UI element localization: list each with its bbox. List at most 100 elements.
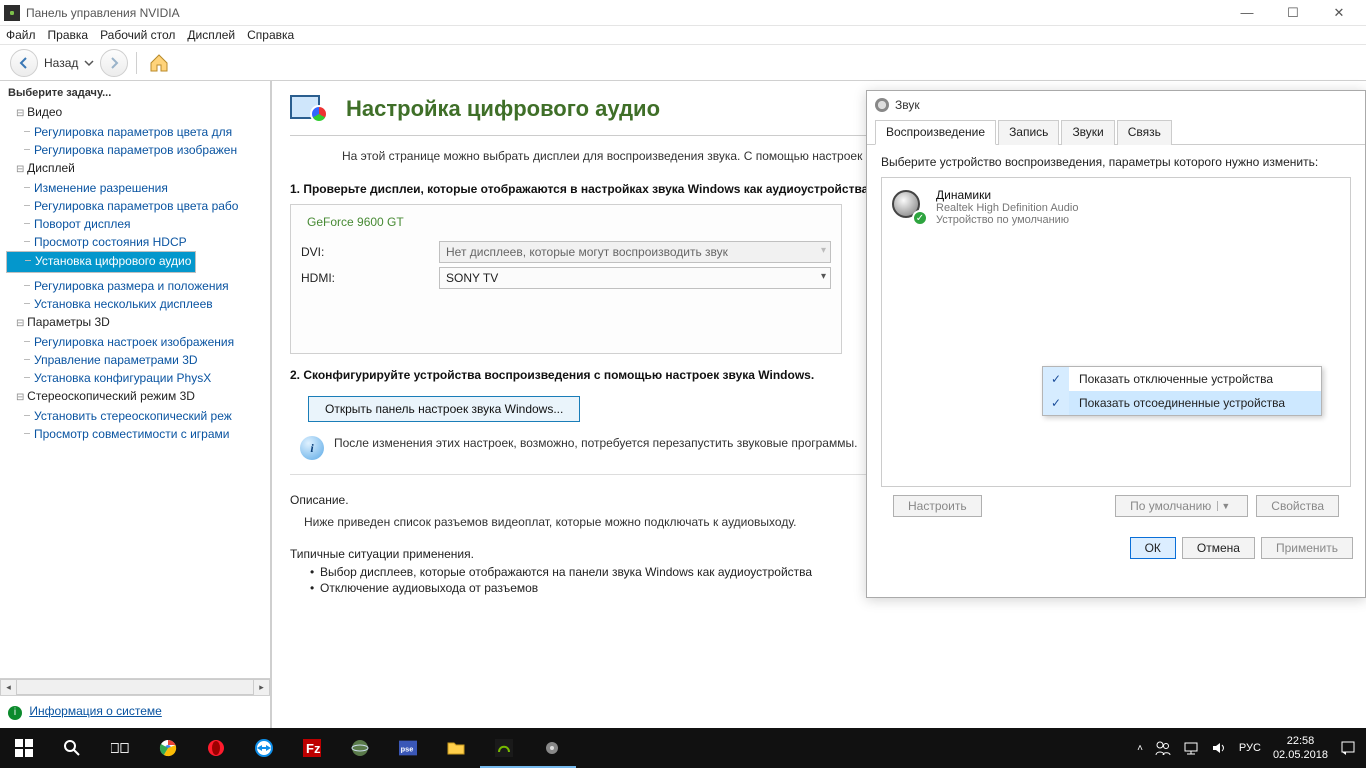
properties-button: Свойства [1256,495,1339,517]
window-close-button[interactable]: ✕ [1316,0,1362,26]
chevron-down-icon: ▼ [1217,501,1233,511]
taskview-button[interactable] [96,728,144,768]
cancel-button[interactable]: Отмена [1182,537,1255,559]
set-default-button: По умолчанию ▼ [1115,495,1248,517]
tree-item[interactable]: Регулировка размера и положения [6,277,270,295]
tree-item[interactable]: Просмотр состояния HDCP [6,233,270,251]
system-info-footer: i Информация о системе [0,695,270,728]
taskbar-chrome[interactable] [144,728,192,768]
window-minimize-button[interactable]: — [1224,0,1270,26]
clock-time: 22:58 [1273,734,1328,748]
dvi-select: Нет дисплеев, которые могут воспроизводи… [439,241,831,263]
tree-item[interactable]: Регулировка настроек изображения [6,333,270,351]
pse-icon: pse [399,739,417,757]
taskbar-opera[interactable] [192,728,240,768]
dvi-select-value: Нет дисплеев, которые могут воспроизводи… [446,245,728,259]
people-icon[interactable] [1155,740,1171,756]
menu-desktop[interactable]: Рабочий стол [100,28,175,42]
ctx-show-disconnected[interactable]: ✓ Показать отсоединенные устройства [1043,391,1321,415]
info-text: После изменения этих настроек, возможно,… [334,436,857,450]
tree-item[interactable]: Регулировка параметров цвета рабо [6,197,270,215]
window-title: Панель управления NVIDIA [26,6,180,20]
scroll-left-icon[interactable]: ◂ [0,679,17,696]
hdmi-label: HDMI: [301,271,439,285]
info-icon: i [8,706,22,720]
volume-icon[interactable] [1211,740,1227,756]
sphere-icon [351,739,369,757]
scroll-right-icon[interactable]: ▸ [253,679,270,696]
device-status: Устройство по умолчанию [936,214,1078,226]
sound-tabs: Воспроизведение Запись Звуки Связь [867,119,1365,145]
tree-item[interactable]: Регулировка параметров цвета для [6,123,270,141]
speaker-small-icon [543,739,561,757]
taskbar-filezilla[interactable]: Fz [288,728,336,768]
ctx-show-disabled[interactable]: ✓ Показать отключенные устройства [1043,367,1321,391]
tree-group-display[interactable]: Дисплей [6,159,270,179]
device-name: Динамики [936,188,1078,202]
device-context-menu: ✓ Показать отключенные устройства ✓ Пока… [1042,366,1322,416]
hdmi-select[interactable]: SONY TV ▾ [439,267,831,289]
taskbar-pse[interactable]: pse [384,728,432,768]
window-maximize-button[interactable]: ☐ [1270,0,1316,26]
tab-recording[interactable]: Запись [998,120,1059,145]
search-button[interactable] [48,728,96,768]
tree-item[interactable]: Поворот дисплея [6,215,270,233]
taskbar-app-green[interactable] [336,728,384,768]
nvidia-app-icon [4,5,20,21]
tree-item[interactable]: Управление параметрами 3D [6,351,270,369]
tree-horizontal-scrollbar[interactable]: ◂ ▸ [0,678,270,695]
gpu-card-name: GeForce 9600 GT [301,211,831,237]
tree-group-stereo[interactable]: Стереоскопический режим 3D [6,387,270,407]
arrow-right-icon [107,56,121,70]
hdmi-select-value: SONY TV [446,271,498,285]
notifications-icon[interactable] [1340,740,1356,756]
windows-icon [15,739,33,757]
clock[interactable]: 22:58 02.05.2018 [1273,734,1328,762]
home-icon [148,52,170,74]
taskbar-sound-dialog[interactable] [528,728,576,768]
tree-item[interactable]: Установка конфигурации PhysX [6,369,270,387]
taskbar-explorer[interactable] [432,728,480,768]
digital-audio-icon [290,91,334,127]
ok-button[interactable]: ОК [1130,537,1176,559]
system-info-link[interactable]: Информация о системе [29,704,161,718]
tree-item[interactable]: Установить стереоскопический реж [6,407,270,425]
chevron-down-icon[interactable] [84,58,94,68]
open-windows-sound-button[interactable]: Открыть панель настроек звука Windows... [308,396,580,422]
sound-dialog: Звук Воспроизведение Запись Звуки Связь … [866,90,1366,598]
sound-dialog-title: Звук [895,98,920,112]
nav-forward-button[interactable] [100,49,128,77]
check-icon: ✓ [1043,367,1069,391]
menu-help[interactable]: Справка [247,28,294,42]
filezilla-icon: Fz [303,739,321,757]
playback-device-item[interactable]: ✓ Динамики Realtek High Definition Audio… [888,184,1344,230]
language-indicator[interactable]: РУС [1239,742,1261,754]
tab-sounds[interactable]: Звуки [1061,120,1114,145]
menu-display[interactable]: Дисплей [187,28,235,42]
tree-group-3d[interactable]: Параметры 3D [6,313,270,333]
apply-button: Применить [1261,537,1353,559]
check-icon: ✓ [912,210,928,226]
taskview-icon [111,739,129,757]
tree-item-selected[interactable]: Установка цифрового аудио [6,251,196,273]
taskbar-nvidia[interactable] [480,728,528,768]
tray-overflow-button[interactable]: ˄ [1137,743,1143,754]
start-button[interactable] [0,728,48,768]
nav-home-button[interactable] [145,49,173,77]
nav-back-button[interactable] [10,49,38,77]
sound-instruction: Выберите устройство воспроизведения, пар… [881,155,1351,169]
menu-edit[interactable]: Правка [48,28,89,42]
network-icon[interactable] [1183,740,1199,756]
tree-group-video[interactable]: Видео [6,103,270,123]
tree-item[interactable]: Просмотр совместимости с играми [6,425,270,443]
taskbar-teamviewer[interactable] [240,728,288,768]
menu-file[interactable]: Файл [6,28,36,42]
tree-item[interactable]: Изменение разрешения [6,179,270,197]
tab-playback[interactable]: Воспроизведение [875,120,996,145]
tree-item[interactable]: Установка нескольких дисплеев [6,295,270,313]
page-title: Настройка цифрового аудио [346,96,660,122]
playback-device-list[interactable]: ✓ Динамики Realtek High Definition Audio… [881,177,1351,487]
tab-communications[interactable]: Связь [1117,120,1172,145]
tree-item[interactable]: Регулировка параметров изображен [6,141,270,159]
menu-bar: Файл Правка Рабочий стол Дисплей Справка [0,26,1366,45]
